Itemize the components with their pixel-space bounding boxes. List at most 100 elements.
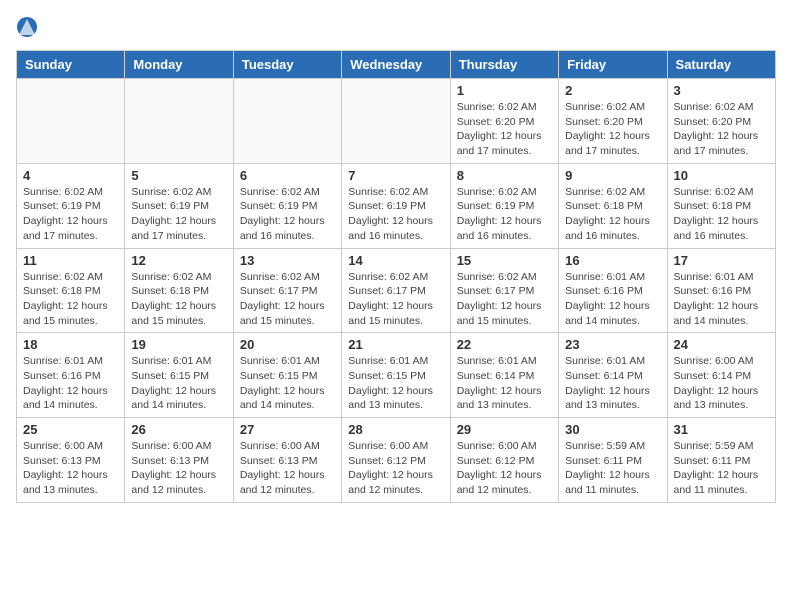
day-info: Sunrise: 6:02 AM Sunset: 6:18 PM Dayligh… bbox=[565, 185, 660, 244]
calendar-day-header: Wednesday bbox=[342, 51, 450, 79]
calendar-cell: 29 Sunrise: 6:00 AM Sunset: 6:12 PM Dayli… bbox=[450, 418, 558, 503]
calendar-cell: 27 Sunrise: 6:00 AM Sunset: 6:13 PM Dayli… bbox=[233, 418, 341, 503]
day-number: 5 bbox=[131, 168, 226, 183]
calendar-week-row: 11 Sunrise: 6:02 AM Sunset: 6:18 PM Dayli… bbox=[17, 248, 776, 333]
calendar-cell: 30 Sunrise: 5:59 AM Sunset: 6:11 PM Dayli… bbox=[559, 418, 667, 503]
calendar-cell bbox=[342, 79, 450, 164]
day-number: 10 bbox=[674, 168, 769, 183]
calendar-cell: 11Sunrise: 6:02 AM Sunset: 6:18 PM Dayli… bbox=[17, 248, 125, 333]
calendar-cell bbox=[17, 79, 125, 164]
calendar-cell: 15Sunrise: 6:02 AM Sunset: 6:17 PM Dayli… bbox=[450, 248, 558, 333]
calendar-cell: 3 Sunrise: 6:02 AM Sunset: 6:20 PM Daylig… bbox=[667, 79, 775, 164]
day-info: Sunrise: 6:02 AM Sunset: 6:17 PM Dayligh… bbox=[240, 270, 335, 329]
header bbox=[16, 16, 776, 38]
day-info: Sunrise: 6:00 AM Sunset: 6:13 PM Dayligh… bbox=[240, 439, 335, 498]
day-info: Sunrise: 6:01 AM Sunset: 6:15 PM Dayligh… bbox=[348, 354, 443, 413]
day-number: 25 bbox=[23, 422, 118, 437]
calendar-cell: 4 Sunrise: 6:02 AM Sunset: 6:19 PM Daylig… bbox=[17, 163, 125, 248]
calendar-week-row: 4 Sunrise: 6:02 AM Sunset: 6:19 PM Daylig… bbox=[17, 163, 776, 248]
day-number: 31 bbox=[674, 422, 769, 437]
calendar-cell: 25 Sunrise: 6:00 AM Sunset: 6:13 PM Dayli… bbox=[17, 418, 125, 503]
logo bbox=[16, 16, 40, 38]
day-info: Sunrise: 6:00 AM Sunset: 6:13 PM Dayligh… bbox=[23, 439, 118, 498]
day-number: 27 bbox=[240, 422, 335, 437]
calendar-cell: 26 Sunrise: 6:00 AM Sunset: 6:13 PM Dayli… bbox=[125, 418, 233, 503]
day-info: Sunrise: 6:01 AM Sunset: 6:15 PM Dayligh… bbox=[131, 354, 226, 413]
day-number: 26 bbox=[131, 422, 226, 437]
calendar-cell: 2 Sunrise: 6:02 AM Sunset: 6:20 PM Daylig… bbox=[559, 79, 667, 164]
day-number: 18 bbox=[23, 337, 118, 352]
day-info: Sunrise: 6:02 AM Sunset: 6:19 PM Dayligh… bbox=[348, 185, 443, 244]
calendar-cell bbox=[125, 79, 233, 164]
day-info: Sunrise: 6:00 AM Sunset: 6:12 PM Dayligh… bbox=[457, 439, 552, 498]
day-info: Sunrise: 6:02 AM Sunset: 6:20 PM Dayligh… bbox=[565, 100, 660, 159]
calendar-cell: 28 Sunrise: 6:00 AM Sunset: 6:12 PM Dayli… bbox=[342, 418, 450, 503]
calendar-cell: 5 Sunrise: 6:02 AM Sunset: 6:19 PM Daylig… bbox=[125, 163, 233, 248]
day-info: Sunrise: 5:59 AM Sunset: 6:11 PM Dayligh… bbox=[565, 439, 660, 498]
day-info: Sunrise: 6:01 AM Sunset: 6:16 PM Dayligh… bbox=[674, 270, 769, 329]
calendar-cell bbox=[233, 79, 341, 164]
day-info: Sunrise: 6:02 AM Sunset: 6:18 PM Dayligh… bbox=[674, 185, 769, 244]
day-info: Sunrise: 6:00 AM Sunset: 6:13 PM Dayligh… bbox=[131, 439, 226, 498]
calendar-day-header: Tuesday bbox=[233, 51, 341, 79]
day-number: 6 bbox=[240, 168, 335, 183]
day-info: Sunrise: 6:01 AM Sunset: 6:15 PM Dayligh… bbox=[240, 354, 335, 413]
day-info: Sunrise: 6:02 AM Sunset: 6:20 PM Dayligh… bbox=[674, 100, 769, 159]
day-info: Sunrise: 6:02 AM Sunset: 6:18 PM Dayligh… bbox=[131, 270, 226, 329]
calendar-cell: 6Sunrise: 6:02 AM Sunset: 6:19 PM Daylig… bbox=[233, 163, 341, 248]
calendar-cell: 31 Sunrise: 5:59 AM Sunset: 6:11 PM Dayli… bbox=[667, 418, 775, 503]
calendar-week-row: 25 Sunrise: 6:00 AM Sunset: 6:13 PM Dayli… bbox=[17, 418, 776, 503]
calendar-header-row: SundayMondayTuesdayWednesdayThursdayFrid… bbox=[17, 51, 776, 79]
day-info: Sunrise: 6:01 AM Sunset: 6:14 PM Dayligh… bbox=[457, 354, 552, 413]
calendar-day-header: Friday bbox=[559, 51, 667, 79]
day-info: Sunrise: 6:01 AM Sunset: 6:16 PM Dayligh… bbox=[23, 354, 118, 413]
calendar-cell: 20 Sunrise: 6:01 AM Sunset: 6:15 PM Dayli… bbox=[233, 333, 341, 418]
calendar-table: SundayMondayTuesdayWednesdayThursdayFrid… bbox=[16, 50, 776, 503]
day-number: 13 bbox=[240, 253, 335, 268]
day-number: 1 bbox=[457, 83, 552, 98]
day-info: Sunrise: 6:01 AM Sunset: 6:14 PM Dayligh… bbox=[565, 354, 660, 413]
day-number: 20 bbox=[240, 337, 335, 352]
day-number: 17 bbox=[674, 253, 769, 268]
day-number: 19 bbox=[131, 337, 226, 352]
day-number: 4 bbox=[23, 168, 118, 183]
day-number: 28 bbox=[348, 422, 443, 437]
day-info: Sunrise: 6:00 AM Sunset: 6:14 PM Dayligh… bbox=[674, 354, 769, 413]
calendar-cell: 22 Sunrise: 6:01 AM Sunset: 6:14 PM Dayli… bbox=[450, 333, 558, 418]
calendar-day-header: Sunday bbox=[17, 51, 125, 79]
calendar-day-header: Thursday bbox=[450, 51, 558, 79]
calendar-week-row: 18 Sunrise: 6:01 AM Sunset: 6:16 PM Dayli… bbox=[17, 333, 776, 418]
day-number: 8 bbox=[457, 168, 552, 183]
calendar-cell: 12 Sunrise: 6:02 AM Sunset: 6:18 PM Dayli… bbox=[125, 248, 233, 333]
calendar-cell: 23Sunrise: 6:01 AM Sunset: 6:14 PM Dayli… bbox=[559, 333, 667, 418]
calendar-cell: 17 Sunrise: 6:01 AM Sunset: 6:16 PM Dayli… bbox=[667, 248, 775, 333]
day-number: 2 bbox=[565, 83, 660, 98]
day-number: 12 bbox=[131, 253, 226, 268]
calendar-cell: 19 Sunrise: 6:01 AM Sunset: 6:15 PM Dayli… bbox=[125, 333, 233, 418]
day-number: 29 bbox=[457, 422, 552, 437]
day-info: Sunrise: 6:02 AM Sunset: 6:19 PM Dayligh… bbox=[457, 185, 552, 244]
calendar-cell: 21 Sunrise: 6:01 AM Sunset: 6:15 PM Dayli… bbox=[342, 333, 450, 418]
calendar-cell: 13 Sunrise: 6:02 AM Sunset: 6:17 PM Dayli… bbox=[233, 248, 341, 333]
calendar-day-header: Monday bbox=[125, 51, 233, 79]
day-number: 24 bbox=[674, 337, 769, 352]
calendar-cell: 18 Sunrise: 6:01 AM Sunset: 6:16 PM Dayli… bbox=[17, 333, 125, 418]
day-number: 21 bbox=[348, 337, 443, 352]
day-info: Sunrise: 6:02 AM Sunset: 6:19 PM Dayligh… bbox=[131, 185, 226, 244]
day-info: Sunrise: 6:02 AM Sunset: 6:19 PM Dayligh… bbox=[23, 185, 118, 244]
day-info: Sunrise: 6:01 AM Sunset: 6:16 PM Dayligh… bbox=[565, 270, 660, 329]
day-number: 7 bbox=[348, 168, 443, 183]
day-number: 11 bbox=[23, 253, 118, 268]
day-number: 22 bbox=[457, 337, 552, 352]
day-info: Sunrise: 6:00 AM Sunset: 6:12 PM Dayligh… bbox=[348, 439, 443, 498]
day-number: 14 bbox=[348, 253, 443, 268]
calendar-cell: 7 Sunrise: 6:02 AM Sunset: 6:19 PM Daylig… bbox=[342, 163, 450, 248]
day-number: 3 bbox=[674, 83, 769, 98]
calendar-cell: 8 Sunrise: 6:02 AM Sunset: 6:19 PM Daylig… bbox=[450, 163, 558, 248]
calendar-cell: 10 Sunrise: 6:02 AM Sunset: 6:18 PM Dayli… bbox=[667, 163, 775, 248]
day-number: 16 bbox=[565, 253, 660, 268]
day-number: 30 bbox=[565, 422, 660, 437]
day-number: 15 bbox=[457, 253, 552, 268]
logo-icon bbox=[16, 16, 38, 38]
day-info: Sunrise: 5:59 AM Sunset: 6:11 PM Dayligh… bbox=[674, 439, 769, 498]
